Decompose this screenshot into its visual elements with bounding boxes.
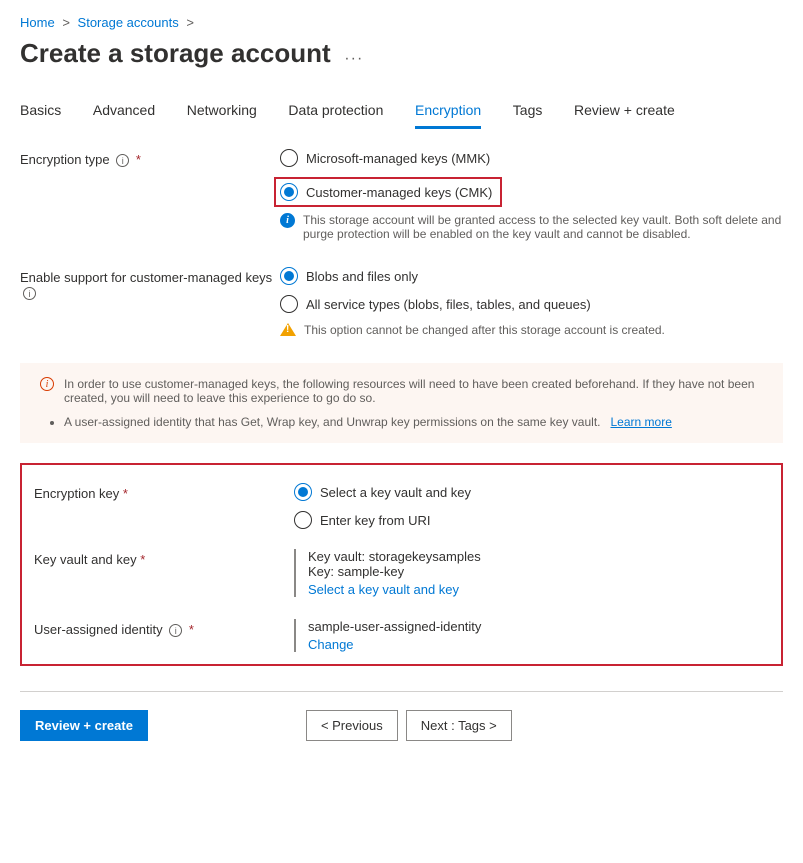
highlight-encryption-key-section: Encryption key * Select a key vault and … [20, 463, 783, 666]
info-icon: i [280, 213, 295, 228]
review-create-button[interactable]: Review + create [20, 710, 148, 741]
info-icon: i [40, 377, 54, 391]
warning-icon [280, 323, 296, 336]
key-name: Key: sample-key [308, 564, 769, 579]
previous-button[interactable]: < Previous [306, 710, 398, 741]
next-button[interactable]: Next : Tags > [406, 710, 512, 741]
divider [20, 691, 783, 692]
info-icon[interactable]: i [23, 287, 36, 300]
breadcrumb-storage-accounts[interactable]: Storage accounts [78, 15, 179, 30]
select-key-vault-link[interactable]: Select a key vault and key [308, 582, 459, 597]
highlight-cmk: Customer-managed keys (CMK) [274, 177, 502, 207]
cmk-info-text: i This storage account will be granted a… [280, 213, 783, 241]
info-icon[interactable]: i [169, 624, 182, 637]
tab-networking[interactable]: Networking [187, 94, 257, 126]
tab-basics[interactable]: Basics [20, 94, 61, 126]
breadcrumb: Home > Storage accounts > [20, 15, 783, 30]
radio-mmk[interactable]: Microsoft-managed keys (MMK) [280, 149, 783, 167]
user-assigned-identity-value: sample-user-assigned-identity [308, 619, 769, 634]
key-vault-name: Key vault: storagekeysamples [308, 549, 769, 564]
enable-support-label: Enable support for customer-managed keys… [20, 267, 280, 300]
chevron-right-icon: > [186, 15, 194, 30]
tab-encryption[interactable]: Encryption [415, 94, 481, 129]
tab-tags[interactable]: Tags [513, 94, 543, 126]
radio-enter-uri[interactable]: Enter key from URI [294, 511, 769, 529]
chevron-right-icon: > [62, 15, 70, 30]
tabs: Basics Advanced Networking Data protecti… [20, 94, 783, 129]
user-assigned-identity-label: User-assigned identity i * [34, 619, 294, 637]
page-title: Create a storage account [20, 38, 331, 69]
encryption-type-label: Encryption type i * [20, 149, 280, 167]
tab-review[interactable]: Review + create [574, 94, 675, 126]
radio-all-services[interactable]: All service types (blobs, files, tables,… [280, 295, 783, 313]
tab-data-protection[interactable]: Data protection [288, 94, 383, 126]
more-icon[interactable]: ··· [344, 50, 363, 67]
radio-cmk[interactable]: Customer-managed keys (CMK) [280, 183, 492, 201]
tab-advanced[interactable]: Advanced [93, 94, 155, 126]
breadcrumb-home[interactable]: Home [20, 15, 55, 30]
prereq-banner: i In order to use customer-managed keys,… [20, 363, 783, 443]
footer-buttons: Review + create < Previous Next : Tags > [20, 710, 783, 741]
radio-blobs-files[interactable]: Blobs and files only [280, 267, 783, 285]
radio-select-kv[interactable]: Select a key vault and key [294, 483, 769, 501]
enable-support-warning: This option cannot be changed after this… [280, 323, 783, 337]
encryption-key-label: Encryption key * [34, 483, 294, 501]
info-icon[interactable]: i [116, 154, 129, 167]
learn-more-link[interactable]: Learn more [611, 415, 672, 429]
key-vault-key-label: Key vault and key * [34, 549, 294, 567]
change-identity-link[interactable]: Change [308, 637, 354, 652]
